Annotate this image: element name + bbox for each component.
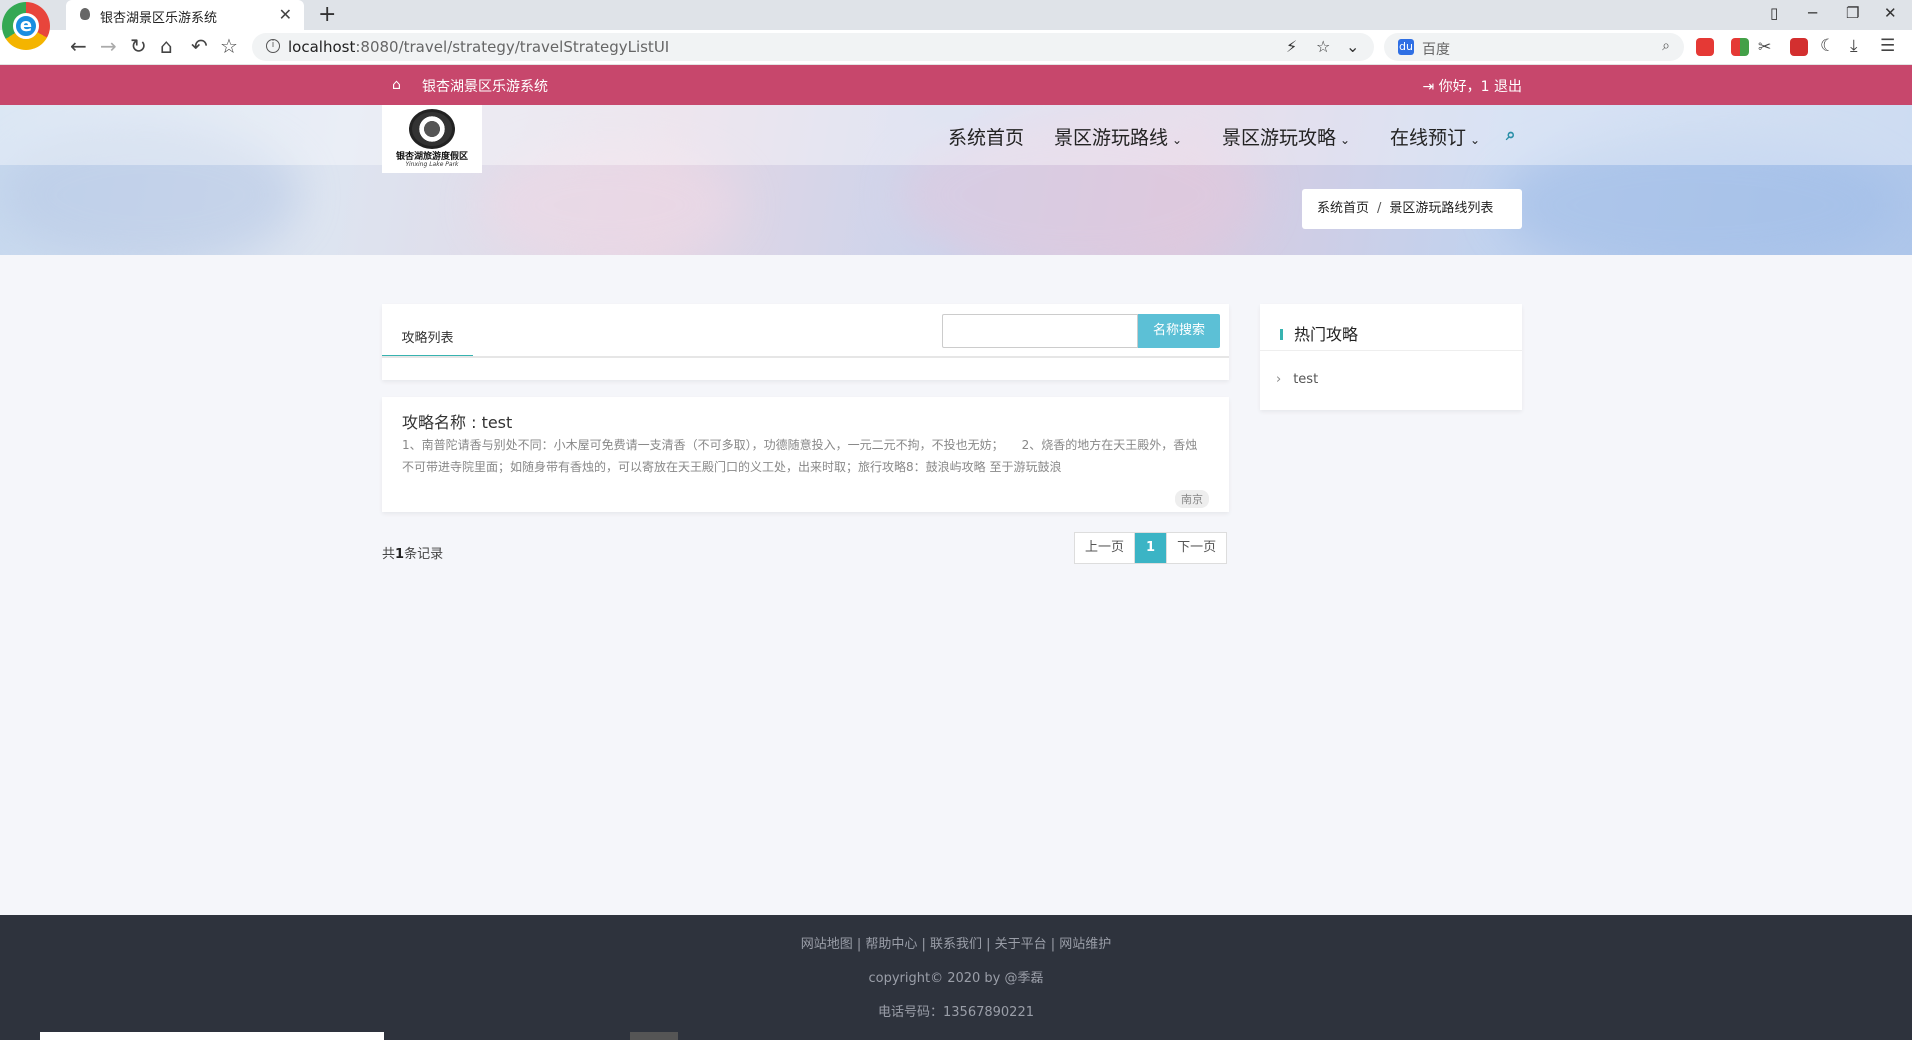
search-icon[interactable]: ⌕ <box>1506 125 1516 145</box>
home-icon[interactable]: ⌂ <box>160 34 173 58</box>
list-header-card: 攻略列表 名称搜索 <box>382 304 1229 380</box>
page-1-button[interactable]: 1 <box>1135 533 1167 563</box>
breadcrumb-current: 景区游玩路线列表 <box>1389 201 1494 216</box>
browser-tab-title: 银杏湖景区乐游系统 <box>100 11 218 26</box>
footer-phone: 电话号码：13567890221 <box>878 1005 1034 1020</box>
menu-icon[interactable]: ☰ <box>1880 36 1895 56</box>
sidebar-divider <box>1260 350 1522 351</box>
close-window-icon[interactable]: ✕ <box>1884 4 1897 22</box>
new-tab-button[interactable]: + <box>318 2 336 27</box>
chevron-down-icon: ⌄ <box>1470 133 1481 147</box>
site-footer: 网站地图 | 帮助中心 | 联系我们 | 关于平台 | 网站维护 copyrig… <box>0 915 1912 1040</box>
name-search-button[interactable]: 名称搜索 <box>1138 314 1220 348</box>
tab-strategy-list[interactable]: 攻略列表 <box>382 324 473 358</box>
browser-search-placeholder: 百度 <box>1422 42 1450 58</box>
taskbar-item <box>630 1032 678 1040</box>
hot-strategies-card: 热门攻略 › test <box>1260 304 1522 410</box>
hero-banner: 银杏湖旅游度假区 Yinxing Lake Park 系统首页 景区游玩路线 ⌄ … <box>0 105 1912 255</box>
logo-emblem-icon <box>409 109 455 149</box>
download-icon[interactable]: ⤓ <box>1850 36 1858 56</box>
footer-copyright: copyright© 2020 by @季磊 <box>868 971 1044 986</box>
chevron-down-icon[interactable]: ⌄ <box>1346 37 1359 56</box>
search-icon[interactable]: ⌕ <box>1662 38 1670 54</box>
undo-icon[interactable]: ↶ <box>191 34 208 58</box>
record-count: 共1条记录 <box>382 547 444 562</box>
hot-strategy-item[interactable]: › test <box>1276 372 1318 387</box>
logo-subtitle: Yinxing Lake Park <box>405 161 459 168</box>
browser-tab[interactable]: 银杏湖景区乐游系统 ✕ <box>66 0 304 30</box>
strategy-description: 1、南普陀请香与别处不同：小木屋可免费请一支清香（不可多取），功德随意投入，一元… <box>402 438 1198 474</box>
back-icon[interactable]: ← <box>70 34 87 58</box>
site-name[interactable]: 银杏湖景区乐游系统 <box>422 76 548 96</box>
tab-divider <box>382 356 1229 358</box>
browser-logo-icon: e <box>2 2 50 50</box>
bookmark-star-icon[interactable]: ☆ <box>220 34 238 58</box>
site-logo[interactable]: 银杏湖旅游度假区 Yinxing Lake Park <box>382 105 482 173</box>
browser-search-box[interactable]: du 百度 ⌕ <box>1384 33 1684 61</box>
nav-item-home[interactable]: 系统首页 <box>948 123 1024 150</box>
logout-link[interactable]: 退出 <box>1494 79 1522 95</box>
prev-page-button[interactable]: 上一页 <box>1075 533 1136 563</box>
title-accent-bar <box>1280 324 1283 340</box>
extension-icon-1[interactable] <box>1696 38 1714 56</box>
browser-tab-bar: 银杏湖景区乐游系统 ✕ + ▯ ─ ❐ ✕ <box>0 0 1912 30</box>
user-greeting: 你好，1 <box>1438 79 1490 95</box>
lightning-icon[interactable]: ⚡ <box>1286 37 1297 56</box>
window-pin-icon[interactable]: ▯ <box>1770 4 1778 22</box>
breadcrumb-home[interactable]: 系统首页 <box>1317 201 1369 216</box>
address-bar[interactable]: i localhost:8080/travel/strategy/travelS… <box>252 33 1374 61</box>
info-icon[interactable]: i <box>266 39 280 53</box>
nav-item-routes[interactable]: 景区游玩路线 ⌄ <box>1054 123 1182 150</box>
breadcrumb: 系统首页 / 景区游玩路线列表 <box>1302 189 1522 229</box>
location-pin-icon <box>80 8 90 20</box>
pagination: 上一页 1 下一页 <box>1074 532 1228 564</box>
list-item[interactable]: 攻略名称 : test 1、南普陀请香与别处不同：小木屋可免费请一支清香（不可多… <box>382 397 1229 512</box>
strategy-title[interactable]: 攻略名称 : test <box>402 409 512 433</box>
favorite-star-icon[interactable]: ☆ <box>1316 37 1330 56</box>
restore-icon[interactable]: ❐ <box>1846 4 1859 22</box>
nav-item-booking[interactable]: 在线预订 ⌄ <box>1390 123 1480 150</box>
hot-strategies-title: 热门攻略 <box>1294 325 1359 344</box>
minimize-icon[interactable]: ─ <box>1808 4 1817 22</box>
taskbar-window-preview <box>40 1032 384 1040</box>
next-page-button[interactable]: 下一页 <box>1166 533 1226 563</box>
user-area: ⇥ 你好，1 退出 <box>1422 76 1522 96</box>
home-icon[interactable]: ⌂ <box>392 77 401 93</box>
scissors-icon[interactable]: ✂ <box>1758 37 1771 56</box>
forward-icon[interactable]: → <box>100 34 117 58</box>
dark-mode-icon[interactable]: ☾ <box>1820 36 1835 56</box>
breadcrumb-separator: / <box>1377 201 1382 216</box>
baidu-icon: du <box>1398 39 1414 55</box>
close-tab-icon[interactable]: ✕ <box>279 5 292 24</box>
address-url: localhost:8080/travel/strategy/travelStr… <box>288 38 670 56</box>
login-icon: ⇥ <box>1422 79 1435 95</box>
pdf-icon[interactable] <box>1790 38 1808 56</box>
apps-grid-icon[interactable] <box>1731 38 1749 56</box>
chevron-down-icon: ⌄ <box>1172 133 1183 147</box>
name-search-input[interactable] <box>942 314 1138 348</box>
chevron-down-icon: ⌄ <box>1340 133 1351 147</box>
chevron-right-icon: › <box>1276 372 1282 387</box>
location-tag: 南京 <box>1175 490 1209 508</box>
browser-toolbar: ← → ↻ ⌂ ↶ ☆ i localhost:8080/travel/stra… <box>0 30 1912 65</box>
footer-links[interactable]: 网站地图 | 帮助中心 | 联系我们 | 关于平台 | 网站维护 <box>0 933 1912 952</box>
nav-item-strategies[interactable]: 景区游玩攻略 ⌄ <box>1222 123 1350 150</box>
reload-icon[interactable]: ↻ <box>130 34 147 58</box>
site-top-bar: ⌂ 银杏湖景区乐游系统 ⇥ 你好，1 退出 <box>0 65 1912 105</box>
